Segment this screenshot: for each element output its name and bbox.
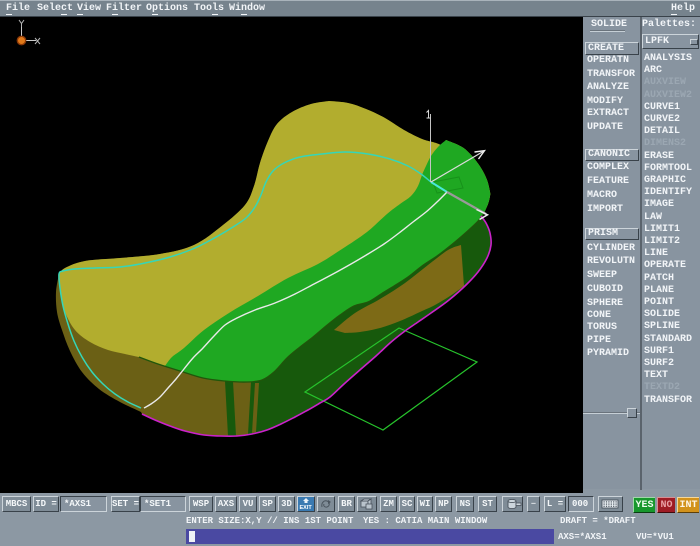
svg-text:EXIT: EXIT: [300, 505, 313, 511]
